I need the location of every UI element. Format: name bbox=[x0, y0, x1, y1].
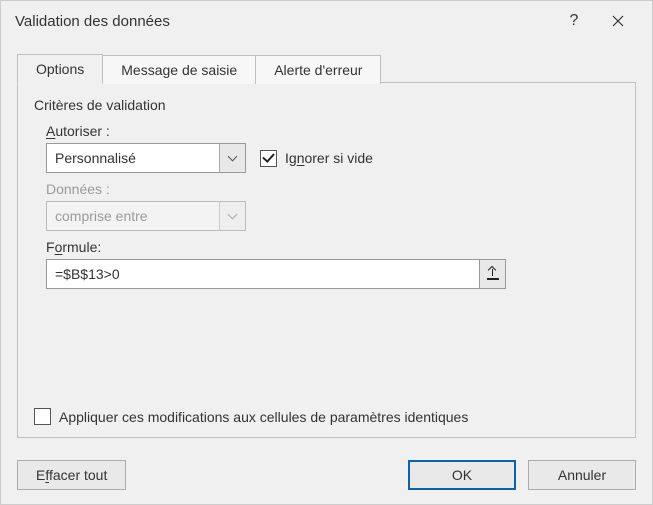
clear-all-button[interactable]: Effacer tout bbox=[17, 460, 126, 490]
tab-error-alert[interactable]: Alerte d'erreur bbox=[256, 55, 381, 84]
data-validation-dialog: Validation des données ? Options Message… bbox=[0, 0, 653, 505]
data-label: Données : bbox=[46, 181, 619, 197]
cancel-button[interactable]: Annuler bbox=[528, 460, 636, 490]
tab-options[interactable]: Options bbox=[17, 54, 103, 84]
ignore-blank-box[interactable] bbox=[260, 150, 277, 167]
apply-box[interactable] bbox=[34, 408, 51, 425]
dialog-body: Options Message de saisie Alerte d'erreu… bbox=[1, 41, 652, 450]
close-icon bbox=[612, 15, 624, 27]
data-select-value: comprise entre bbox=[47, 208, 219, 224]
formula-input-group: =$B$13>0 bbox=[46, 259, 506, 289]
options-panel: Critères de validation Autoriser : Perso… bbox=[17, 83, 636, 438]
allow-select-value: Personnalisé bbox=[47, 150, 219, 166]
tab-strip: Options Message de saisie Alerte d'erreu… bbox=[17, 49, 636, 83]
data-field: Données : comprise entre bbox=[46, 181, 619, 231]
apply-to-same-settings-checkbox[interactable]: Appliquer ces modifications aux cellules… bbox=[34, 398, 619, 425]
formula-input[interactable]: =$B$13>0 bbox=[46, 259, 480, 289]
criteria-heading: Critères de validation bbox=[34, 97, 619, 113]
ok-button[interactable]: OK bbox=[408, 460, 516, 490]
tab-input-message[interactable]: Message de saisie bbox=[103, 55, 256, 84]
dialog-title: Validation des données bbox=[15, 13, 552, 30]
allow-select[interactable]: Personnalisé bbox=[46, 143, 246, 173]
data-select-dropdown bbox=[219, 202, 245, 230]
titlebar: Validation des données ? bbox=[1, 1, 652, 41]
close-button[interactable] bbox=[596, 1, 640, 41]
dialog-buttons: Effacer tout OK Annuler bbox=[1, 450, 652, 504]
allow-field: Autoriser : Personnalisé Ignorer si vide bbox=[46, 123, 619, 173]
formula-range-picker-button[interactable] bbox=[480, 259, 506, 289]
apply-label: Appliquer ces modifications aux cellules… bbox=[59, 409, 468, 425]
formula-label: Formule: bbox=[46, 239, 619, 255]
chevron-down-icon bbox=[228, 152, 238, 162]
allow-select-dropdown[interactable] bbox=[219, 144, 245, 172]
formula-field: Formule: =$B$13>0 bbox=[46, 239, 619, 289]
ignore-blank-checkbox[interactable]: Ignorer si vide bbox=[260, 150, 373, 167]
allow-label: Autoriser : bbox=[46, 123, 619, 139]
chevron-down-icon bbox=[228, 210, 238, 220]
range-picker-icon bbox=[487, 268, 499, 280]
data-select: comprise entre bbox=[46, 201, 246, 231]
help-button[interactable]: ? bbox=[552, 1, 596, 41]
ignore-blank-label: Ignorer si vide bbox=[285, 150, 373, 166]
